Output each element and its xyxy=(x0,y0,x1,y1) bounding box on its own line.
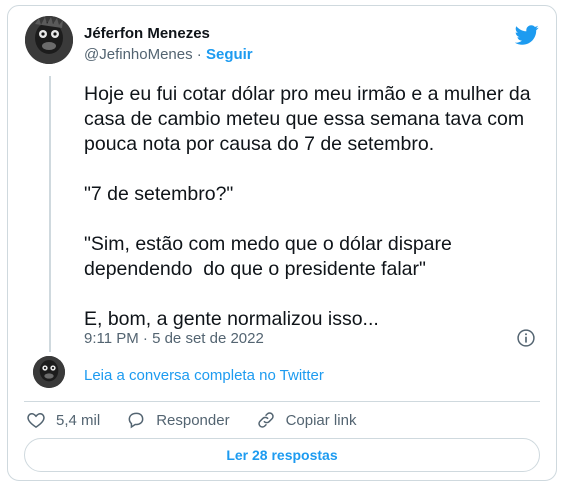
separator: · xyxy=(196,46,202,63)
author-handle-row: @JefinhoMenes · Seguir xyxy=(84,46,253,63)
author-avatar[interactable] xyxy=(25,16,73,64)
tweet-card: Jéferfon Menezes @JefinhoMenes · Seguir … xyxy=(7,5,557,481)
thread-line xyxy=(49,76,51,352)
author-handle[interactable]: @JefinhoMenes xyxy=(84,46,193,63)
author-name[interactable]: Jéferfon Menezes xyxy=(84,25,210,42)
twitter-logo-icon[interactable] xyxy=(515,23,539,47)
copy-link-label: Copiar link xyxy=(285,411,357,429)
follow-button[interactable]: Seguir xyxy=(206,46,253,63)
tweet-timestamp[interactable]: 9:11 PM · 5 de set de 2022 xyxy=(84,330,264,347)
reply-label: Responder xyxy=(156,411,230,429)
like-count: 5,4 mil xyxy=(56,411,101,429)
copy-link-button[interactable]: Copiar link xyxy=(256,410,357,430)
divider xyxy=(24,401,540,402)
action-bar: 5,4 mil Responder Copiar link xyxy=(26,410,382,430)
info-icon[interactable] xyxy=(516,328,536,348)
read-replies-button[interactable]: Ler 28 respostas xyxy=(24,438,540,472)
like-button[interactable]: 5,4 mil xyxy=(26,410,100,430)
reply-button[interactable]: Responder xyxy=(126,410,230,430)
reply-icon xyxy=(128,412,144,429)
tweet-text: Hoje eu fui cotar dólar pro meu irmão e … xyxy=(84,83,531,330)
link-icon xyxy=(257,412,274,428)
read-full-conversation-link[interactable]: Leia a conversa completa no Twitter xyxy=(84,367,324,384)
heart-icon xyxy=(27,412,45,428)
reader-avatar xyxy=(33,356,65,388)
